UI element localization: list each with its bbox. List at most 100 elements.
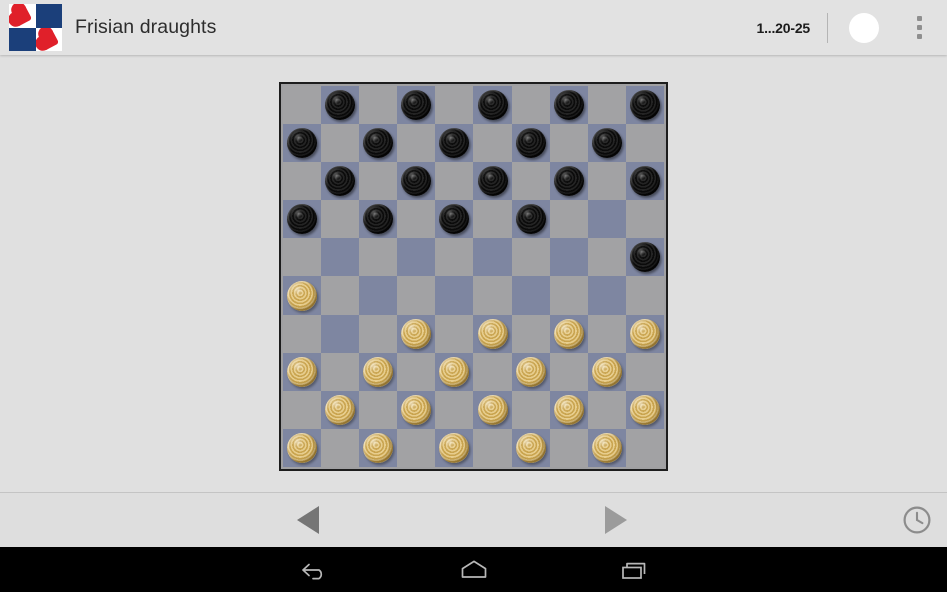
board-square-r2-c8[interactable] bbox=[587, 162, 626, 201]
gold-piece[interactable] bbox=[287, 356, 318, 387]
clock-button[interactable] bbox=[891, 493, 943, 547]
board-square-r9-c8[interactable] bbox=[587, 428, 626, 467]
board-square-r9-c3[interactable] bbox=[397, 428, 436, 467]
board-square-r6-c4[interactable] bbox=[435, 314, 474, 353]
board-square-r9-c2[interactable] bbox=[359, 428, 398, 467]
board-square-r6-c0[interactable] bbox=[283, 314, 322, 353]
board-square-r1-c2[interactable] bbox=[359, 124, 398, 163]
gold-piece[interactable] bbox=[287, 432, 318, 463]
board-square-r0-c5[interactable] bbox=[473, 86, 512, 125]
board-square-r7-c1[interactable] bbox=[321, 352, 360, 391]
board-square-r8-c6[interactable] bbox=[511, 390, 550, 429]
board-square-r8-c7[interactable] bbox=[549, 390, 588, 429]
board-square-r7-c9[interactable] bbox=[625, 352, 664, 391]
gold-piece[interactable] bbox=[477, 394, 508, 425]
board-square-r9-c9[interactable] bbox=[625, 428, 664, 467]
board-square-r2-c3[interactable] bbox=[397, 162, 436, 201]
board-square-r8-c8[interactable] bbox=[587, 390, 626, 429]
gold-piece[interactable] bbox=[629, 394, 660, 425]
next-move-button[interactable] bbox=[588, 493, 644, 547]
board-square-r4-c1[interactable] bbox=[321, 238, 360, 277]
board-square-r7-c2[interactable] bbox=[359, 352, 398, 391]
black-piece[interactable] bbox=[401, 90, 432, 121]
black-piece[interactable] bbox=[325, 90, 356, 121]
board-square-r9-c1[interactable] bbox=[321, 428, 360, 467]
overflow-menu-icon[interactable] bbox=[899, 0, 939, 55]
gold-piece[interactable] bbox=[363, 356, 394, 387]
board-square-r0-c1[interactable] bbox=[321, 86, 360, 125]
black-piece[interactable] bbox=[363, 204, 394, 235]
board-square-r8-c9[interactable] bbox=[625, 390, 664, 429]
board-square-r6-c2[interactable] bbox=[359, 314, 398, 353]
black-piece[interactable] bbox=[477, 166, 508, 197]
board-square-r9-c0[interactable] bbox=[283, 428, 322, 467]
gold-piece[interactable] bbox=[439, 356, 470, 387]
board-square-r3-c8[interactable] bbox=[587, 200, 626, 239]
board-square-r2-c0[interactable] bbox=[283, 162, 322, 201]
board-square-r1-c9[interactable] bbox=[625, 124, 664, 163]
black-piece[interactable] bbox=[401, 166, 432, 197]
board-square-r6-c1[interactable] bbox=[321, 314, 360, 353]
gold-piece[interactable] bbox=[287, 280, 318, 311]
black-piece[interactable] bbox=[629, 242, 660, 273]
board-square-r4-c5[interactable] bbox=[473, 238, 512, 277]
board-square-r5-c0[interactable] bbox=[283, 276, 322, 315]
board-square-r1-c1[interactable] bbox=[321, 124, 360, 163]
board-square-r3-c2[interactable] bbox=[359, 200, 398, 239]
black-piece[interactable] bbox=[287, 128, 318, 159]
board-square-r1-c8[interactable] bbox=[587, 124, 626, 163]
gold-piece[interactable] bbox=[515, 356, 546, 387]
black-piece[interactable] bbox=[553, 90, 584, 121]
board-square-r4-c3[interactable] bbox=[397, 238, 436, 277]
board-square-r1-c4[interactable] bbox=[435, 124, 474, 163]
board-square-r0-c2[interactable] bbox=[359, 86, 398, 125]
board-square-r4-c4[interactable] bbox=[435, 238, 474, 277]
gold-piece[interactable] bbox=[477, 318, 508, 349]
gold-piece[interactable] bbox=[401, 318, 432, 349]
board-square-r0-c3[interactable] bbox=[397, 86, 436, 125]
board-square-r8-c4[interactable] bbox=[435, 390, 474, 429]
board-square-r2-c4[interactable] bbox=[435, 162, 474, 201]
board-square-r1-c7[interactable] bbox=[549, 124, 588, 163]
board-square-r5-c8[interactable] bbox=[587, 276, 626, 315]
board-square-r5-c9[interactable] bbox=[625, 276, 664, 315]
board-square-r4-c7[interactable] bbox=[549, 238, 588, 277]
board-square-r3-c3[interactable] bbox=[397, 200, 436, 239]
board-square-r2-c7[interactable] bbox=[549, 162, 588, 201]
gold-piece[interactable] bbox=[629, 318, 660, 349]
board-square-r8-c1[interactable] bbox=[321, 390, 360, 429]
board-square-r8-c0[interactable] bbox=[283, 390, 322, 429]
board-square-r6-c6[interactable] bbox=[511, 314, 550, 353]
board-square-r5-c7[interactable] bbox=[549, 276, 588, 315]
black-piece[interactable] bbox=[629, 166, 660, 197]
board-square-r7-c4[interactable] bbox=[435, 352, 474, 391]
board-square-r3-c9[interactable] bbox=[625, 200, 664, 239]
board-square-r3-c5[interactable] bbox=[473, 200, 512, 239]
board-square-r0-c4[interactable] bbox=[435, 86, 474, 125]
board-square-r9-c6[interactable] bbox=[511, 428, 550, 467]
black-piece[interactable] bbox=[439, 128, 470, 159]
board-square-r8-c3[interactable] bbox=[397, 390, 436, 429]
gold-piece[interactable] bbox=[439, 432, 470, 463]
board-square-r4-c2[interactable] bbox=[359, 238, 398, 277]
board-square-r0-c6[interactable] bbox=[511, 86, 550, 125]
board-square-r8-c5[interactable] bbox=[473, 390, 512, 429]
gold-piece[interactable] bbox=[363, 432, 394, 463]
black-piece[interactable] bbox=[591, 128, 622, 159]
board-square-r4-c0[interactable] bbox=[283, 238, 322, 277]
android-home-button[interactable] bbox=[434, 547, 514, 592]
board-square-r3-c1[interactable] bbox=[321, 200, 360, 239]
board-square-r4-c8[interactable] bbox=[587, 238, 626, 277]
gold-piece[interactable] bbox=[325, 394, 356, 425]
board-square-r0-c7[interactable] bbox=[549, 86, 588, 125]
gold-piece[interactable] bbox=[401, 394, 432, 425]
board-square-r5-c6[interactable] bbox=[511, 276, 550, 315]
board-square-r6-c9[interactable] bbox=[625, 314, 664, 353]
board-square-r9-c5[interactable] bbox=[473, 428, 512, 467]
board-square-r6-c3[interactable] bbox=[397, 314, 436, 353]
board-square-r6-c5[interactable] bbox=[473, 314, 512, 353]
black-piece[interactable] bbox=[287, 204, 318, 235]
board-square-r5-c5[interactable] bbox=[473, 276, 512, 315]
board-square-r3-c4[interactable] bbox=[435, 200, 474, 239]
gold-piece[interactable] bbox=[591, 432, 622, 463]
